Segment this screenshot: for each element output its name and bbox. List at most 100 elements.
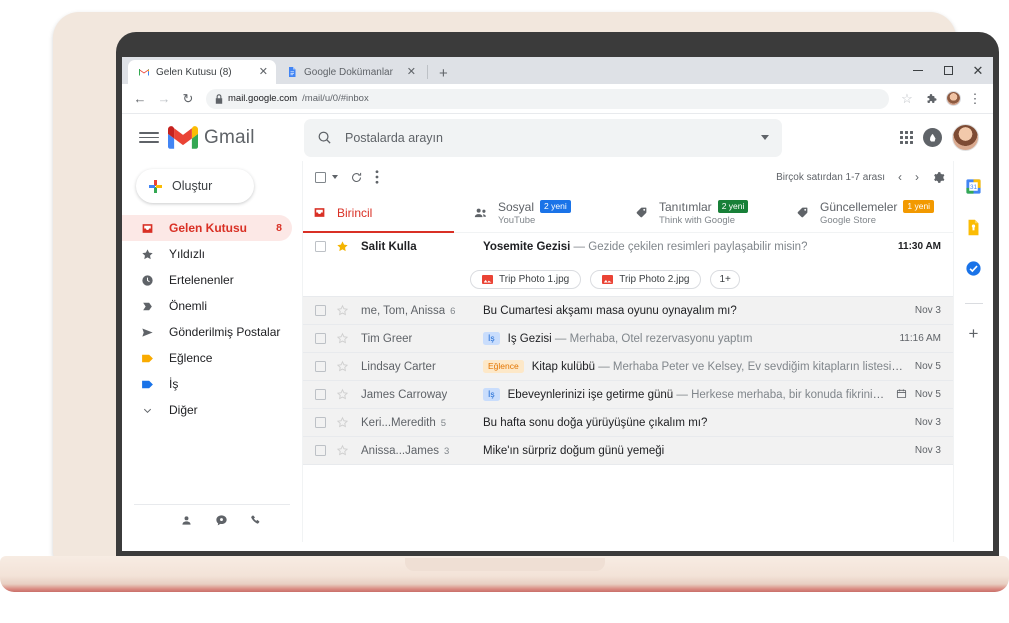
prev-page-button[interactable]: ‹ <box>898 170 902 184</box>
row-checkbox[interactable] <box>315 361 326 372</box>
search-input[interactable]: Postalarda arayın <box>304 118 782 157</box>
table-row[interactable]: me, Tom, Anissa 6 Bu Cumartesi akşamı ma… <box>303 297 953 325</box>
tasks-icon[interactable] <box>965 260 982 282</box>
star-icon[interactable] <box>336 304 349 317</box>
refresh-icon[interactable] <box>350 171 363 184</box>
email-subject: İş Gezisi <box>507 332 552 345</box>
star-icon[interactable] <box>336 416 349 429</box>
sender-name: Lindsay Carter <box>361 360 436 373</box>
close-icon[interactable]: ✕ <box>407 66 416 78</box>
next-page-button[interactable]: › <box>915 170 919 184</box>
star-icon[interactable] <box>336 240 349 253</box>
row-checkbox[interactable] <box>315 445 326 456</box>
sidebar-item-snoozed[interactable]: Ertelenenler <box>122 267 292 293</box>
gmail-app: Gmail Postalarda arayın Oluştur Gelen Ku… <box>122 114 993 551</box>
sidebar-item-eglence[interactable]: Eğlence <box>122 345 292 371</box>
sidebar-item-starred[interactable]: Yıldızlı <box>122 241 292 267</box>
attachment-more-chip[interactable]: 1+ <box>710 270 740 289</box>
main-menu-icon[interactable] <box>136 125 162 151</box>
chevron-down-icon[interactable] <box>761 135 769 140</box>
row-checkbox[interactable] <box>315 417 326 428</box>
table-row[interactable]: Lindsay Carter Eğlence Kitap kulübü — Me… <box>303 353 953 381</box>
browser-profile-avatar[interactable] <box>946 91 961 106</box>
table-row[interactable]: Tim Greer İş İş Gezisi — Merhaba, Otel r… <box>303 325 953 353</box>
table-row[interactable]: James Carroway İş Ebeveynlerinizi işe ge… <box>303 381 953 409</box>
avatar[interactable] <box>952 124 979 151</box>
email-subject: Bu hafta sonu doğa yürüyüşüne çıkalım mı… <box>483 416 708 429</box>
chat-icon[interactable] <box>215 514 228 532</box>
new-tab-button[interactable]: + <box>431 66 456 84</box>
attachment-chip[interactable]: Trip Photo 1.jpg <box>470 270 582 289</box>
bookmark-star-icon[interactable]: ☆ <box>896 88 918 110</box>
sidebar-item-is[interactable]: İş <box>122 371 292 397</box>
browser-tab-gmail[interactable]: Gelen Kutusu (8) ✕ <box>128 60 276 84</box>
sidebar-item-important[interactable]: Önemli <box>122 293 292 319</box>
table-row[interactable]: Keri...Meredith 5 Bu hafta sonu doğa yür… <box>303 409 953 437</box>
gmail-icon <box>168 126 198 149</box>
inbox-icon <box>140 222 155 235</box>
drop-icon[interactable] <box>923 128 942 147</box>
star-icon[interactable] <box>336 332 349 345</box>
mail-list: Birçok satırdan 1-7 arası ‹ › Birincil S… <box>302 161 953 542</box>
forward-icon[interactable]: → <box>153 88 175 110</box>
table-row[interactable]: Anissa...James 3 Mike'ın sürpriz doğum g… <box>303 437 953 465</box>
more-vertical-icon[interactable]: ⋮ <box>964 88 986 110</box>
browser-tab-docs[interactable]: Google Dokümanlar ✕ <box>276 60 424 84</box>
select-all-checkbox[interactable] <box>315 171 326 183</box>
email-time: Nov 3 <box>914 305 941 316</box>
add-panel-button[interactable]: + <box>969 325 979 342</box>
gear-icon[interactable] <box>932 171 945 184</box>
window-controls: ✕ <box>903 57 993 84</box>
select-chevron-down-icon[interactable] <box>332 175 338 179</box>
more-vertical-icon[interactable] <box>375 170 379 184</box>
reload-icon[interactable]: ↻ <box>177 88 199 110</box>
attachment-chip[interactable]: Trip Photo 2.jpg <box>590 270 702 289</box>
calendar-icon[interactable]: 31 <box>965 178 982 200</box>
row-checkbox[interactable] <box>315 389 326 400</box>
window-close-button[interactable]: ✕ <box>963 57 993 84</box>
gmail-header-right <box>900 124 983 151</box>
browser-toolbar-right: ☆ ⋮ <box>896 88 986 110</box>
table-row[interactable]: Salit Kulla Yosemite Gezisi — Gezide çek… <box>303 233 953 297</box>
laptop-lid: Gelen Kutusu (8) ✕ Google Dokümanlar ✕ + <box>53 12 999 566</box>
search-icon <box>318 131 331 144</box>
email-meta: Nov 3 <box>915 305 941 316</box>
status-badge: 1 yeni <box>903 199 935 214</box>
tab-sosyal[interactable]: Sosyal 2 yeni YouTube <box>464 193 625 232</box>
sidebar-item-sent[interactable]: Gönderilmiş Postalar <box>122 319 292 345</box>
email-subject-cell: İş Ebeveynlerinizi işe getirme günü — He… <box>483 387 886 402</box>
compose-button[interactable]: Oluştur <box>136 169 254 203</box>
chevron-down-icon <box>140 405 155 416</box>
window-minimize-button[interactable] <box>903 57 933 84</box>
row-checkbox[interactable] <box>315 305 326 316</box>
meet-icon[interactable] <box>250 514 263 532</box>
tab-tanitimlar[interactable]: Tanıtımlar 2 yeni Think with Google <box>625 193 786 232</box>
window-maximize-button[interactable] <box>933 57 963 84</box>
sidebar-item-inbox[interactable]: Gelen Kutusu 8 <box>122 215 292 241</box>
url-path: /mail/u/0/#inbox <box>302 93 369 104</box>
email-meta: 11:16 AM <box>899 333 941 344</box>
star-icon[interactable] <box>336 444 349 457</box>
keep-icon[interactable] <box>966 219 981 241</box>
email-label: İş <box>483 331 500 346</box>
contacts-icon[interactable] <box>180 514 193 532</box>
email-snippet: Merhaba Peter ve Kelsey, Ev sevdiğim kit… <box>612 360 905 373</box>
email-separator: — <box>570 240 589 253</box>
puzzle-icon[interactable] <box>921 88 943 110</box>
email-snippet: Merhaba, Otel rezervasyonu yaptım <box>569 332 753 345</box>
close-icon[interactable]: ✕ <box>259 66 268 78</box>
sidebar-item-more[interactable]: Diğer <box>122 397 292 423</box>
row-checkbox[interactable] <box>315 333 326 344</box>
back-icon[interactable]: ← <box>129 88 151 110</box>
star-icon[interactable] <box>336 360 349 373</box>
laptop-mockup: Gelen Kutusu (8) ✕ Google Dokümanlar ✕ + <box>0 0 1009 623</box>
sender-name: me, Tom, Anissa <box>361 304 446 317</box>
sidebar-item-count: 8 <box>276 222 282 234</box>
row-checkbox[interactable] <box>315 241 326 252</box>
address-bar[interactable]: mail.google.com/mail/u/0/#inbox <box>206 88 889 109</box>
apps-grid-icon[interactable] <box>900 131 913 144</box>
tab-birincil[interactable]: Birincil <box>303 193 464 233</box>
attachment-name: Trip Photo 1.jpg <box>499 274 570 285</box>
star-icon[interactable] <box>336 388 349 401</box>
tab-guncellemeler[interactable]: Güncellemeler 1 yeni Google Store <box>786 193 947 232</box>
